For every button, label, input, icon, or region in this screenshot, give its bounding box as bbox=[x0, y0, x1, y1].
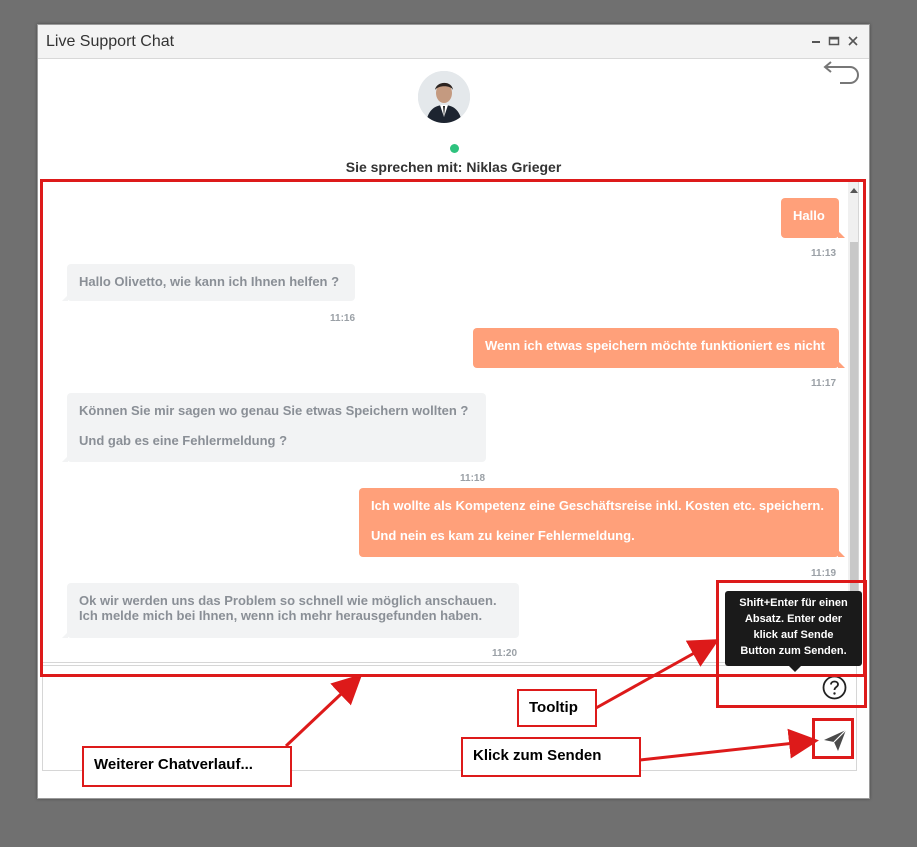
title-bar: Live Support Chat bbox=[38, 25, 869, 59]
minimize-icon[interactable] bbox=[810, 35, 822, 47]
tooltip-highlight bbox=[716, 580, 867, 708]
online-status-dot bbox=[450, 144, 459, 153]
maximize-icon[interactable] bbox=[828, 35, 840, 47]
agent-avatar bbox=[418, 71, 470, 123]
send-callout: Klick zum Senden bbox=[461, 737, 641, 777]
close-icon[interactable] bbox=[847, 35, 859, 47]
send-button-highlight bbox=[812, 718, 854, 759]
history-callout: Weiterer Chatverlauf... bbox=[82, 746, 292, 787]
undo-arrow-icon[interactable] bbox=[822, 59, 862, 85]
tooltip-callout: Tooltip bbox=[517, 689, 597, 727]
window-title: Live Support Chat bbox=[46, 33, 175, 50]
agent-name-label: Sie sprechen mit: Niklas Grieger bbox=[345, 159, 562, 175]
